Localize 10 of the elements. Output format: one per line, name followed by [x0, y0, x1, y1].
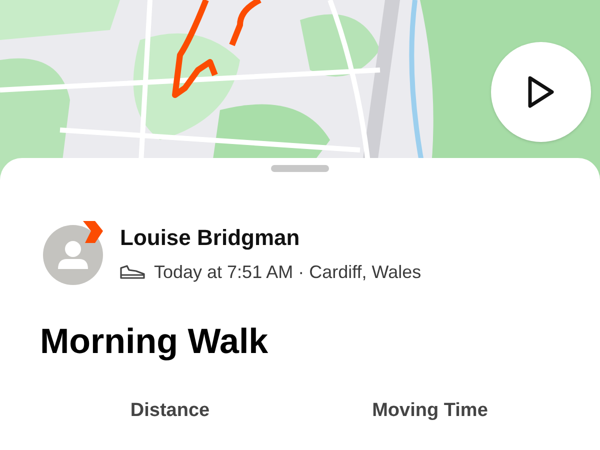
stat-label: Distance: [130, 399, 210, 423]
stat-label: Moving Time: [372, 399, 488, 423]
activity-meta: Today at 7:51 AM · Cardiff, Wales: [154, 260, 422, 284]
athlete-name[interactable]: Louise Bridgman: [120, 224, 422, 252]
shoe-icon: [120, 264, 146, 280]
drag-handle[interactable]: [271, 165, 329, 172]
chevron-icon: [81, 220, 103, 243]
activity-title: Morning Walk: [39, 320, 270, 362]
play-icon: [527, 75, 555, 109]
avatar-icon: [43, 224, 103, 285]
